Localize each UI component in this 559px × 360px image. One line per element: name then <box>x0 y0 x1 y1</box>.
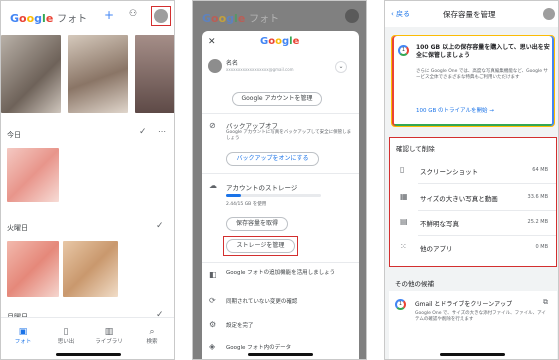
manage-account-button[interactable]: Google アカウントを管理 <box>232 92 322 106</box>
other-item-title: Gmail とドライブをクリーンアップ <box>415 301 513 308</box>
search-icon: ⌕ <box>149 327 155 337</box>
review-item-size: 25.2 MB <box>527 219 548 225</box>
account-name: 名名 <box>226 60 239 67</box>
nav-library[interactable]: ▥ ライブラリ <box>89 327 129 345</box>
avatar[interactable] <box>154 9 168 23</box>
photos-extras-icon: ◧ <box>209 270 217 279</box>
sync-icon: ⟳ <box>209 296 216 305</box>
select-check-icon[interactable]: ✓ <box>139 127 147 137</box>
section-header-today: 今日 <box>7 131 21 139</box>
account-menu-screen: Google フォト ✕ Google 名名 xxxxxxxxxxxxxxxxx… <box>192 0 367 360</box>
chevron-down-icon[interactable]: ⌄ <box>335 61 347 73</box>
google-one-icon: 1 <box>398 45 409 56</box>
other-apps-icon: ⁙ <box>400 242 407 251</box>
nav-photos-label: フォト <box>14 339 32 345</box>
menu-item-your-data[interactable]: Google フォト内のデータ <box>226 343 291 351</box>
promo-trial-link-label: 100 GB のトライアルを開始 <box>416 108 488 114</box>
large-media-icon: ▦ <box>400 192 408 201</box>
avatar[interactable] <box>543 8 555 20</box>
photo-thumbnail[interactable] <box>135 35 174 113</box>
screenshot-icon: ▯ <box>400 165 405 174</box>
nav-memories-label: 思い出 <box>57 339 75 345</box>
review-item-large-media[interactable]: サイズの大きい写真と動画 <box>420 193 498 203</box>
review-title: 確認して削除 <box>396 145 435 153</box>
review-item-size: 64 MB <box>532 167 548 173</box>
backup-off-title: バックアップオフ <box>226 122 278 130</box>
other-suggestion-card[interactable]: 1 Gmail とドライブをクリーンアップ ⧉ Google One で、サイズ… <box>389 291 557 359</box>
home-indicator <box>56 353 121 356</box>
photo-thumbnail[interactable] <box>7 241 59 297</box>
manage-storage-button[interactable]: ストレージを管理 <box>226 239 295 253</box>
cloud-icon: ☁ <box>209 181 217 190</box>
back-button[interactable]: ‹ 戻る <box>391 9 410 19</box>
home-indicator <box>248 353 313 356</box>
account-dialog: ✕ Google 名名 xxxxxxxxxxxxxxxxxx@gmail.com… <box>202 31 359 359</box>
account-email: xxxxxxxxxxxxxxxxxx@gmail.com <box>226 67 294 72</box>
external-link-icon[interactable]: ⧉ <box>543 298 548 307</box>
photo-thumbnail[interactable] <box>7 148 59 202</box>
backup-on-button[interactable]: バックアップをオンにする <box>226 152 319 166</box>
add-icon[interactable]: + <box>104 8 114 22</box>
photos-icon: ▣ <box>18 327 28 337</box>
other-suggestions-title: その他の候補 <box>395 280 434 288</box>
review-item-blurry[interactable]: 不鮮明な写真 <box>420 218 459 228</box>
avatar[interactable] <box>345 9 359 23</box>
menu-item-photos-extras[interactable]: Google フォトの追加機能を活用しましょう <box>226 269 354 277</box>
review-item-size: 33.6 MB <box>527 194 548 200</box>
menu-item-unsynced[interactable]: 同期されていない変更の確認 <box>226 297 297 305</box>
google-one-icon: 1 <box>395 299 406 310</box>
promo-description: さらに Google One では、高度な写真編集機能など、Google サービ… <box>416 69 548 80</box>
review-and-delete-section: 確認して削除 ▯ スクリーンショット 64 MB ▦ サイズの大きい写真と動画 … <box>389 137 557 267</box>
nav-photos[interactable]: ▣ フォト <box>3 327 43 345</box>
storage-title: アカウントのストレージ <box>226 184 298 192</box>
account-avatar <box>208 59 222 73</box>
library-icon: ▥ <box>104 327 114 337</box>
nav-search[interactable]: ⌕ 検索 <box>132 327 172 345</box>
google-photos-logo: Google フォト <box>10 12 88 25</box>
close-icon[interactable]: ✕ <box>208 37 216 47</box>
google-logo: Google <box>260 36 300 47</box>
share-people-icon[interactable]: ⚇ <box>129 9 137 19</box>
nav-memories[interactable]: ▯ 思い出 <box>46 327 86 345</box>
storage-progress-bar <box>226 194 321 197</box>
manage-storage-screen: ‹ 戻る 保存容量を管理 1 100 GB 以上の保存容量を購入して、思い出を安… <box>384 0 559 360</box>
backup-off-description: Google アカウントに写真をバックアップして安全に保管しましょう <box>226 130 352 141</box>
menu-item-settings[interactable]: 設定を完了 <box>226 321 254 329</box>
google-one-promo-card: 1 100 GB 以上の保存容量を購入して、思い出を安全に保管しましょう さらに… <box>391 35 555 127</box>
chevron-left-icon: ‹ <box>391 10 394 18</box>
photo-thumbnail[interactable] <box>1 35 61 113</box>
storage-used-text: 2.44/15 GB を使用 <box>226 202 267 207</box>
home-indicator <box>440 353 505 356</box>
section-header-tuesday: 火曜日 <box>7 224 28 232</box>
arrow-right-icon: → <box>489 108 494 114</box>
storage-progress-fill <box>226 194 242 197</box>
photo-thumbnail[interactable] <box>68 35 128 113</box>
other-item-description: Google One で、サイズの大きな添付ファイル、ファイル、アイテムの確認や… <box>415 311 546 322</box>
select-check-icon[interactable]: ✓ <box>156 221 164 231</box>
more-icon[interactable]: ⋯ <box>158 127 166 136</box>
get-storage-button[interactable]: 保存容量を取得 <box>226 217 288 231</box>
memories-icon: ▯ <box>63 327 69 337</box>
promo-trial-link[interactable]: 100 GB のトライアルを開始 → <box>416 106 494 114</box>
review-item-size: 0 MB <box>535 244 548 250</box>
nav-library-label: ライブラリ <box>95 339 123 345</box>
review-item-screenshots[interactable]: スクリーンショット <box>420 166 478 176</box>
google-photos-logo: Google フォト <box>202 12 280 25</box>
review-item-other-apps[interactable]: 他のアプリ <box>420 243 453 253</box>
page-title: 保存容量を管理 <box>443 10 496 19</box>
photos-home-screen: Google フォト + ⚇ 今日 ✓ ⋯ 火曜日 ✓ 月曜日 ✓ ▣ フォト … <box>0 0 175 360</box>
settings-gear-icon: ⚙ <box>209 320 217 329</box>
blurry-photo-icon: ▤ <box>400 217 408 226</box>
nav-search-label: 検索 <box>146 339 158 345</box>
data-shield-icon: ◈ <box>209 342 216 351</box>
backup-off-icon: ⊘ <box>209 121 216 130</box>
photo-thumbnail[interactable] <box>63 241 118 297</box>
back-label: 戻る <box>396 10 411 18</box>
promo-title: 100 GB 以上の保存容量を購入して、思い出を安全に保管しましょう <box>416 44 550 59</box>
